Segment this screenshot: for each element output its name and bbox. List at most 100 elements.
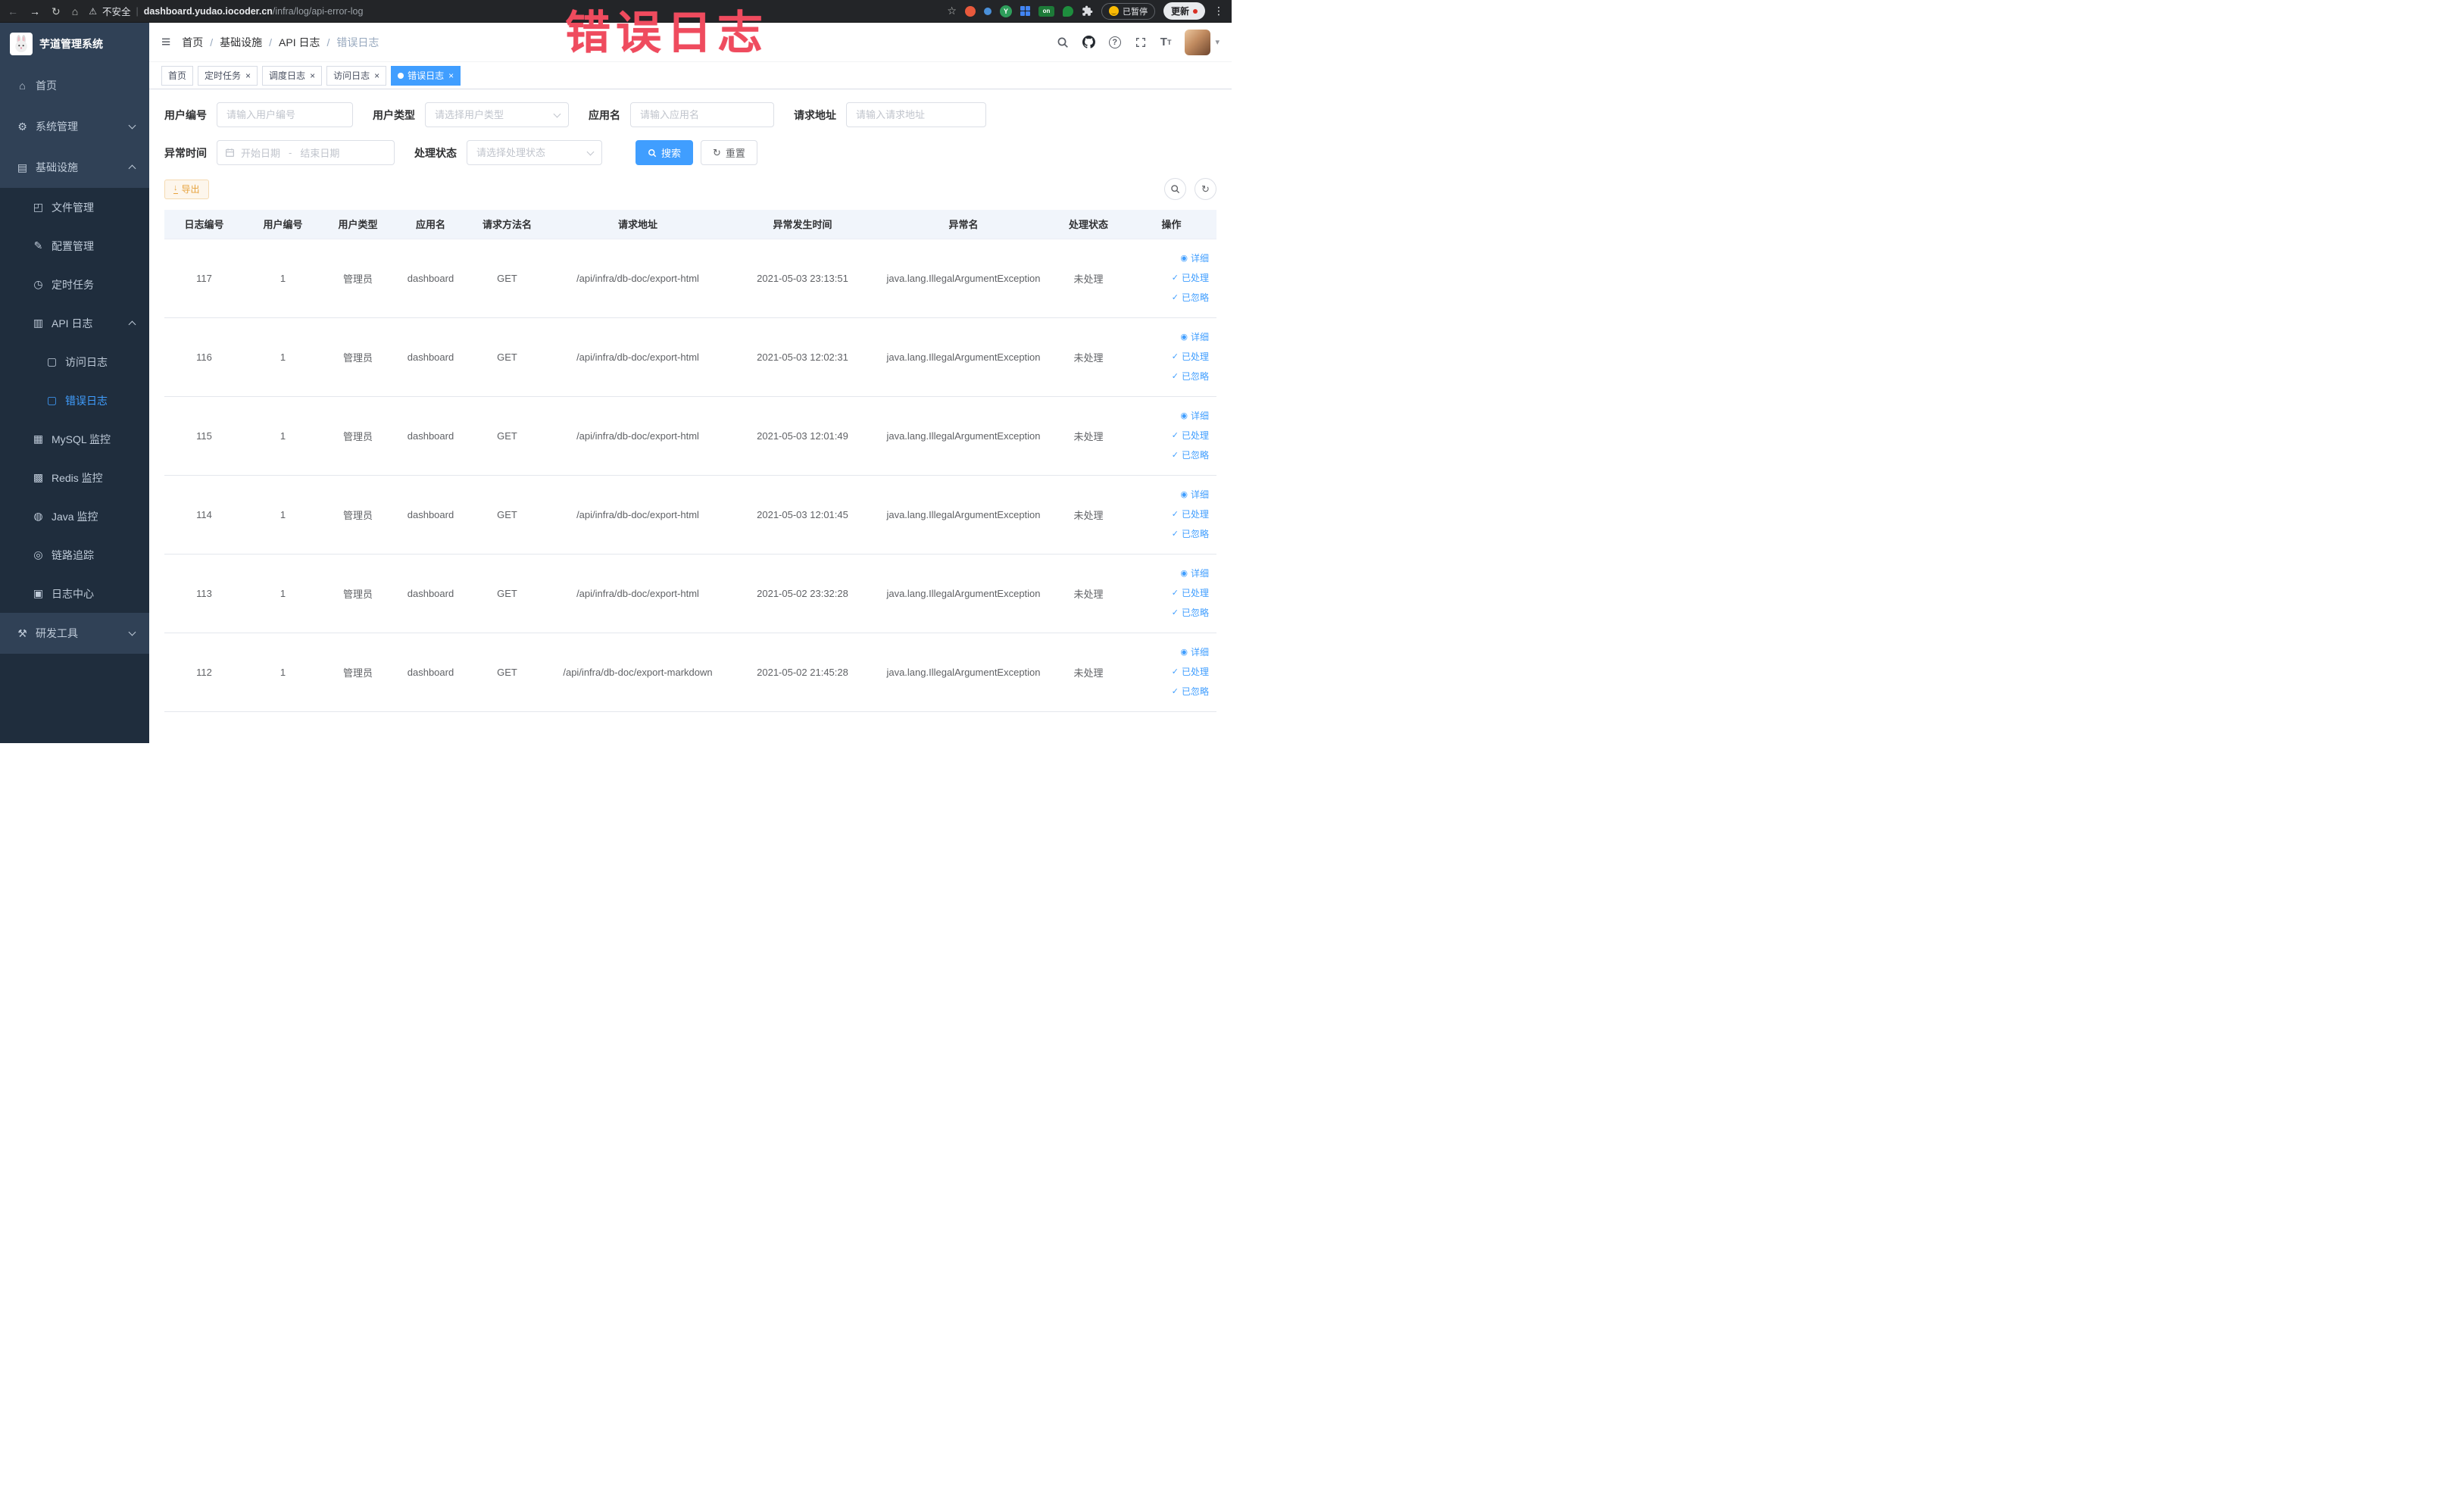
- cell-method: GET: [467, 396, 547, 476]
- detail-link[interactable]: 详细: [1126, 485, 1209, 505]
- sidebar-item-scheduled-tasks[interactable]: 定时任务: [0, 265, 149, 304]
- tab-close-icon[interactable]: ×: [310, 71, 315, 80]
- app-name-input[interactable]: [630, 102, 774, 127]
- help-icon[interactable]: ?: [1108, 36, 1121, 48]
- refresh-table-button[interactable]: ↻: [1195, 178, 1216, 200]
- address-bar[interactable]: ⚠ 不安全 | dashboard.yudao.iocoder.cn/infra…: [89, 4, 941, 18]
- sidebar-item-label: 首页: [36, 80, 57, 92]
- sidebar-item-mysql-monitor[interactable]: MySQL 监控: [0, 420, 149, 458]
- browser-update-button[interactable]: 更新: [1163, 2, 1205, 20]
- reload-button[interactable]: ↻: [52, 6, 61, 17]
- back-button[interactable]: ←: [8, 6, 18, 17]
- breadcrumb-item[interactable]: API 日志: [279, 35, 320, 50]
- mark-processed-link[interactable]: 已处理: [1126, 426, 1209, 445]
- detail-link[interactable]: 详细: [1126, 327, 1209, 347]
- search-button[interactable]: 搜索: [636, 140, 694, 165]
- mark-ignored-link[interactable]: 已忽略: [1126, 524, 1209, 544]
- cell-log-id: 114: [164, 475, 244, 555]
- cell-method: GET: [467, 239, 547, 318]
- mark-ignored-link[interactable]: 已忽略: [1126, 288, 1209, 308]
- detail-link[interactable]: 详细: [1126, 406, 1209, 426]
- mark-ignored-link[interactable]: 已忽略: [1126, 603, 1209, 623]
- sidebar-item-config-management[interactable]: 配置管理: [0, 226, 149, 265]
- page-content: 用户编号 用户类型 应用名 请求地址: [149, 89, 1232, 712]
- user-menu[interactable]: ▾: [1185, 29, 1220, 55]
- sidebar-item-system-management[interactable]: 系统管理: [0, 106, 149, 147]
- chevron-up-icon: [128, 164, 136, 173]
- font-size-icon[interactable]: TT: [1160, 36, 1172, 48]
- sidebar-item-home[interactable]: 首页: [0, 65, 149, 106]
- extensions-puzzle-icon[interactable]: [1082, 5, 1093, 17]
- cell-app-name: dashboard: [394, 554, 467, 633]
- extension-icon-on[interactable]: on: [1038, 5, 1054, 17]
- cell-time: 2021-05-03 12:01:49: [729, 396, 876, 476]
- refresh-icon: ↻: [1201, 183, 1210, 195]
- user-type-select[interactable]: [425, 102, 569, 127]
- mark-processed-link[interactable]: 已处理: [1126, 347, 1209, 367]
- tab-close-icon[interactable]: ×: [245, 71, 251, 80]
- status-select[interactable]: [467, 140, 602, 165]
- export-button[interactable]: ↓ 导出: [164, 179, 209, 199]
- breadcrumb-item[interactable]: 基础设施: [220, 35, 262, 50]
- toggle-search-button[interactable]: [1164, 178, 1186, 200]
- reset-button[interactable]: ↻ 重置: [701, 140, 757, 165]
- github-icon[interactable]: [1082, 36, 1095, 48]
- app-logo[interactable]: 芋道管理系统: [0, 23, 149, 65]
- sidebar-item-log-center[interactable]: 日志中心: [0, 574, 149, 613]
- user-type-select-input[interactable]: [425, 102, 569, 127]
- mark-processed-link[interactable]: 已处理: [1126, 505, 1209, 524]
- detail-link[interactable]: 详细: [1126, 564, 1209, 583]
- hamburger-icon[interactable]: ≡: [161, 34, 170, 50]
- breadcrumb-item[interactable]: 首页: [182, 35, 203, 50]
- extension-icon-blue[interactable]: [983, 7, 992, 15]
- bookmark-star-icon[interactable]: ☆: [947, 5, 957, 17]
- app-name-field: 应用名: [589, 102, 774, 127]
- chevron-down-icon: [128, 628, 136, 636]
- chevron-up-icon: [128, 320, 136, 328]
- sidebar-item-access-log[interactable]: 访问日志: [0, 342, 149, 381]
- mark-ignored-link[interactable]: 已忽略: [1126, 367, 1209, 386]
- mark-processed-link[interactable]: 已处理: [1126, 268, 1209, 288]
- extension-icon-orange[interactable]: [964, 5, 976, 17]
- browser-menu-icon[interactable]: ⋮: [1213, 5, 1224, 17]
- avatar[interactable]: [1185, 29, 1211, 55]
- tab-error-log[interactable]: 错误日志 ×: [391, 65, 461, 86]
- sidebar-item-api-log[interactable]: API 日志: [0, 304, 149, 342]
- sidebar-item-redis-monitor[interactable]: Redis 监控: [0, 458, 149, 497]
- mark-processed-link[interactable]: 已处理: [1126, 583, 1209, 603]
- sidebar-item-dev-tools[interactable]: 研发工具: [0, 613, 149, 654]
- extension-icon-leaf[interactable]: [1062, 5, 1073, 17]
- sidebar-item-file-management[interactable]: 文件管理: [0, 188, 149, 226]
- status-select-input[interactable]: [467, 140, 602, 165]
- eye-icon: [1180, 406, 1188, 426]
- tab-close-icon[interactable]: ×: [448, 71, 454, 80]
- search-icon[interactable]: [1057, 36, 1069, 48]
- sidebar-item-java-monitor[interactable]: Java 监控: [0, 497, 149, 536]
- browser-home-button[interactable]: ⌂: [72, 6, 78, 17]
- sidebar-item-error-log[interactable]: 错误日志: [0, 381, 149, 420]
- request-url-input[interactable]: [846, 102, 986, 127]
- user-id-input[interactable]: [217, 102, 353, 127]
- gear-icon: [16, 120, 29, 133]
- extension-icon-grid[interactable]: [1020, 6, 1030, 16]
- extension-icon-green-y[interactable]: Y: [999, 5, 1012, 17]
- forward-button[interactable]: →: [30, 6, 40, 17]
- tab-close-icon[interactable]: ×: [374, 71, 379, 80]
- mark-processed-link[interactable]: 已处理: [1126, 662, 1209, 682]
- sidebar-item-trace[interactable]: 链路追踪: [0, 536, 149, 574]
- detail-link[interactable]: 详细: [1126, 248, 1209, 268]
- cell-request-url: /api/infra/db-doc/export-markdown: [547, 633, 729, 712]
- tab-schedule-log[interactable]: 调度日志 ×: [262, 65, 323, 86]
- tab-scheduled-tasks[interactable]: 定时任务 ×: [198, 65, 258, 86]
- mark-ignored-link[interactable]: 已忽略: [1126, 682, 1209, 701]
- mark-ignored-link[interactable]: 已忽略: [1126, 445, 1209, 465]
- paused-badge[interactable]: 已暂停: [1101, 2, 1155, 20]
- detail-link[interactable]: 详细: [1126, 642, 1209, 662]
- date-range-picker[interactable]: 开始日期 - 结束日期: [217, 140, 395, 165]
- eye-icon: [1180, 642, 1188, 662]
- fullscreen-icon[interactable]: [1135, 36, 1147, 48]
- tab-home[interactable]: 首页: [161, 65, 194, 86]
- cell-status: 未处理: [1051, 475, 1126, 555]
- tab-access-log[interactable]: 访问日志 ×: [326, 65, 387, 86]
- sidebar-item-infrastructure[interactable]: 基础设施: [0, 147, 149, 188]
